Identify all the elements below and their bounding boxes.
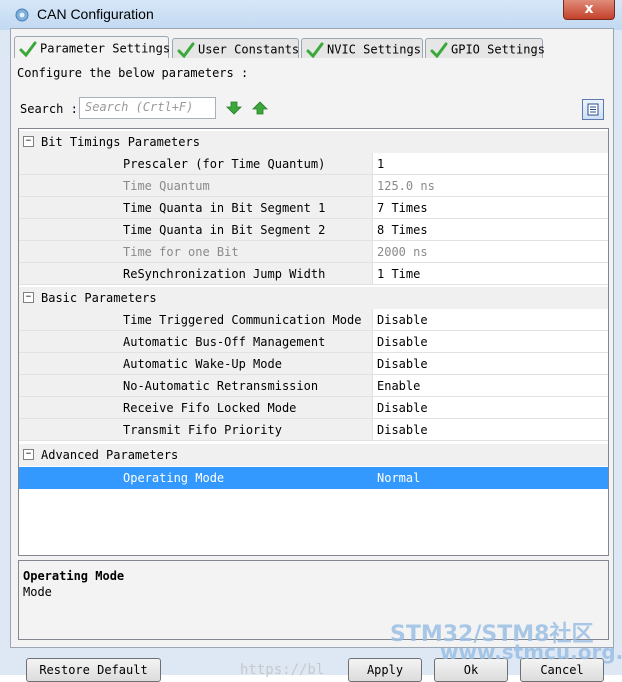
param-name: Receive Fifo Locked Mode <box>123 401 297 415</box>
search-label: Search : <box>20 102 78 116</box>
tab-label: GPIO Settings <box>451 42 545 57</box>
watermark-site: www.stmcu.org.cn <box>440 640 622 664</box>
param-value[interactable]: Disable <box>377 401 428 415</box>
gear-icon <box>15 8 29 22</box>
tab-label: Parameter Settings <box>40 41 171 56</box>
tab-label: User Constants <box>198 42 300 57</box>
param-name: ReSynchronization Jump Width <box>123 267 326 281</box>
check-icon <box>19 41 37 57</box>
param-value[interactable]: 1 <box>377 157 384 171</box>
param-name: Time Quantum <box>123 179 210 193</box>
check-icon <box>177 42 195 58</box>
param-value[interactable]: Disable <box>377 335 428 349</box>
param-value[interactable]: 7 Times <box>377 201 428 215</box>
param-value[interactable]: 1 Time <box>377 267 420 281</box>
title-bar: CAN Configuration x <box>0 0 622 30</box>
restore-default-button[interactable]: Restore Default <box>26 658 161 682</box>
table-row: Time for one Bit 2000 ns <box>19 241 608 263</box>
param-name: Transmit Fifo Priority <box>123 423 282 437</box>
table-row[interactable]: Automatic Bus-Off Management Disable <box>19 331 608 353</box>
table-row[interactable]: ReSynchronization Jump Width 1 Time <box>19 263 608 285</box>
param-value[interactable]: Enable <box>377 379 420 393</box>
param-value[interactable]: Disable <box>377 423 428 437</box>
group-title: Basic Parameters <box>41 291 157 305</box>
param-name: Prescaler (for Time Quantum) <box>123 157 326 171</box>
group-advanced[interactable]: − Advanced Parameters <box>19 444 608 466</box>
check-icon <box>306 42 324 58</box>
param-value[interactable]: 8 Times <box>377 223 428 237</box>
param-name: Operating Mode <box>123 471 225 485</box>
list-view-icon <box>587 103 599 116</box>
check-icon <box>430 42 448 58</box>
table-row[interactable]: Prescaler (for Time Quantum) 1 <box>19 153 608 175</box>
list-view-button[interactable] <box>582 99 604 120</box>
param-value[interactable]: Disable <box>377 313 428 327</box>
description-text: Mode <box>23 585 52 599</box>
tab-label: NVIC Settings <box>327 42 421 57</box>
tab-parameter-settings[interactable]: Parameter Settings <box>14 36 171 58</box>
tab-user-constants[interactable]: User Constants <box>172 38 299 58</box>
table-row-selected[interactable]: Operating Mode Normal <box>19 467 608 489</box>
table-row[interactable]: Automatic Wake-Up Mode Disable <box>19 353 608 375</box>
param-value: 2000 ns <box>377 245 428 259</box>
param-name: Time Quanta in Bit Segment 2 <box>123 223 326 237</box>
search-input[interactable]: Search (Crtl+F) <box>79 97 216 119</box>
param-value[interactable]: Normal <box>377 471 420 485</box>
table-row[interactable]: Time Quanta in Bit Segment 1 7 Times <box>19 197 608 219</box>
param-name: Automatic Bus-Off Management <box>123 335 326 349</box>
param-value: 125.0 ns <box>377 179 435 193</box>
property-grid: − Bit Timings Parameters Prescaler (for … <box>18 128 609 556</box>
collapse-icon[interactable]: − <box>23 136 34 147</box>
group-bit-timings[interactable]: − Bit Timings Parameters <box>19 131 608 153</box>
arrow-down-icon[interactable] <box>226 101 242 115</box>
apply-button[interactable]: Apply <box>348 658 422 682</box>
collapse-icon[interactable]: − <box>23 292 34 303</box>
tab-nvic-settings[interactable]: NVIC Settings <box>301 38 423 58</box>
table-row[interactable]: No-Automatic Retransmission Enable <box>19 375 608 397</box>
param-name: No-Automatic Retransmission <box>123 379 319 393</box>
param-name: Time Triggered Communication Mode <box>123 313 362 327</box>
table-row: Time Quantum 125.0 ns <box>19 175 608 197</box>
description-title: Operating Mode <box>23 569 125 583</box>
table-row[interactable]: Receive Fifo Locked Mode Disable <box>19 397 608 419</box>
param-name: Time for one Bit <box>123 245 239 259</box>
window-title: CAN Configuration <box>37 6 154 22</box>
table-row[interactable]: Transmit Fifo Priority Disable <box>19 419 608 441</box>
table-row[interactable]: Time Quanta in Bit Segment 2 8 Times <box>19 219 608 241</box>
group-title: Bit Timings Parameters <box>41 135 200 149</box>
arrow-up-icon[interactable] <box>252 101 268 115</box>
group-basic[interactable]: − Basic Parameters <box>19 287 608 309</box>
watermark-url: https://bl <box>240 662 325 678</box>
param-name: Time Quanta in Bit Segment 1 <box>123 201 326 215</box>
tab-gpio-settings[interactable]: GPIO Settings <box>425 38 545 58</box>
configure-label: Configure the below parameters : <box>17 66 249 80</box>
param-value[interactable]: Disable <box>377 357 428 371</box>
param-name: Automatic Wake-Up Mode <box>123 357 282 371</box>
collapse-icon[interactable]: − <box>23 449 34 460</box>
close-button[interactable]: x <box>563 0 615 20</box>
table-row[interactable]: Time Triggered Communication Mode Disabl… <box>19 309 608 331</box>
group-title: Advanced Parameters <box>41 448 179 462</box>
